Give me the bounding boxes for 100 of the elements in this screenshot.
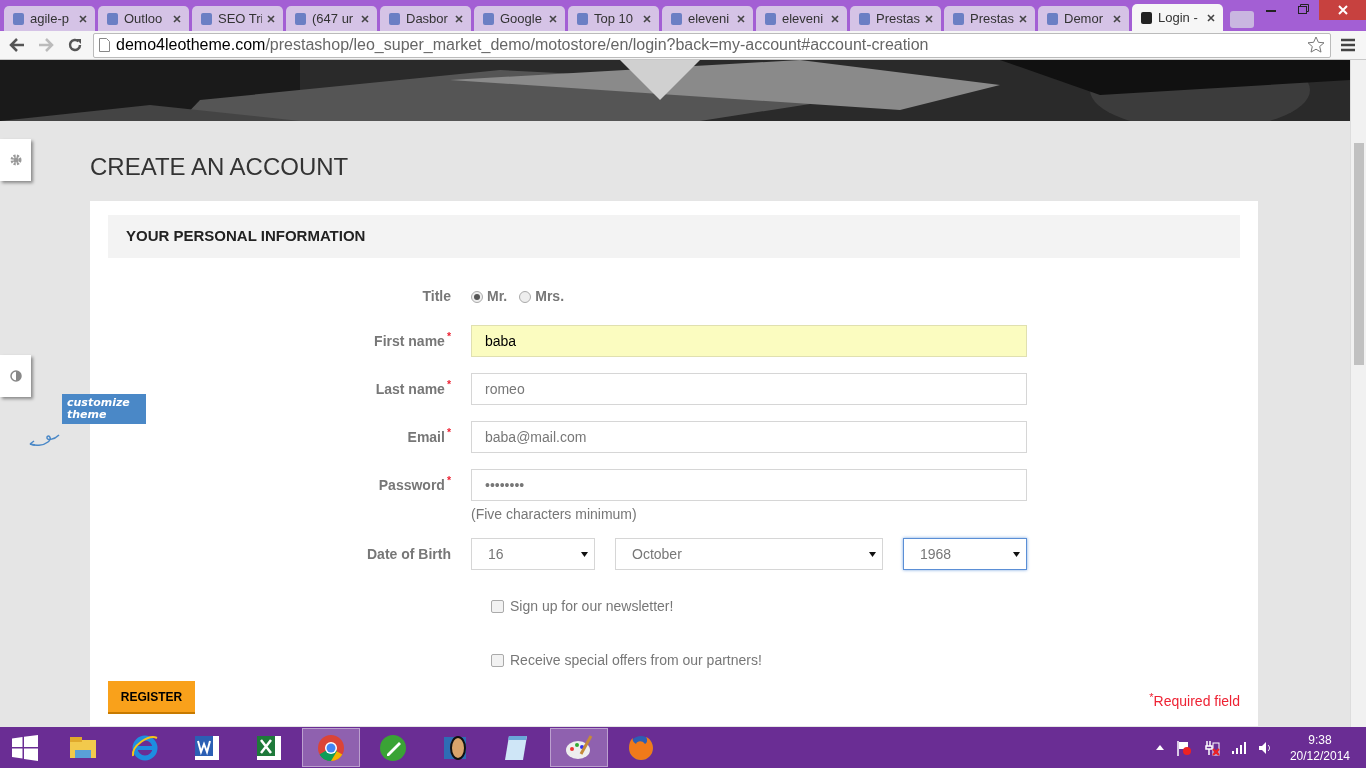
chevron-up-icon[interactable] bbox=[1155, 745, 1164, 750]
back-icon[interactable] bbox=[9, 38, 25, 52]
input-field[interactable]: baba bbox=[471, 325, 1027, 357]
close-icon[interactable] bbox=[737, 14, 745, 23]
browser-tab[interactable]: agile-p bbox=[4, 6, 95, 31]
flag-error-icon[interactable] bbox=[1175, 739, 1192, 756]
input-field[interactable]: •••••••• bbox=[471, 469, 1027, 501]
signal-icon[interactable] bbox=[1231, 741, 1246, 754]
tab-title: agile-p bbox=[30, 9, 71, 28]
select-field[interactable]: October bbox=[615, 538, 883, 570]
favicon-icon bbox=[1046, 11, 1059, 26]
power-error-icon[interactable] bbox=[1203, 739, 1220, 756]
select-field[interactable]: 16 bbox=[471, 538, 595, 570]
favicon-icon bbox=[764, 11, 777, 26]
page-icon bbox=[99, 38, 110, 52]
tab-title: Prestas bbox=[876, 9, 920, 28]
settings-icon bbox=[9, 154, 22, 166]
reload-icon[interactable] bbox=[67, 37, 83, 53]
radio-button[interactable] bbox=[471, 290, 483, 303]
select-field[interactable]: 1968 bbox=[903, 538, 1027, 570]
browser-tab[interactable]: eleveni bbox=[756, 6, 847, 31]
menu-icon[interactable] bbox=[1341, 38, 1355, 52]
speaker-icon[interactable] bbox=[1257, 740, 1272, 755]
browser-tab[interactable]: SEO Tri bbox=[192, 6, 283, 31]
address-bar[interactable]: demo4leotheme.com/prestashop/leo_super_market_demo/motostore/en/login?back=my-account#account-creation bbox=[93, 32, 1331, 58]
close-icon[interactable] bbox=[925, 14, 933, 23]
browser-tab[interactable]: Dasbor bbox=[380, 6, 471, 31]
tab-title: eleveni bbox=[782, 9, 825, 28]
checkbox[interactable] bbox=[491, 654, 504, 667]
close-icon[interactable] bbox=[643, 14, 651, 23]
close-icon[interactable] bbox=[79, 14, 87, 23]
field-label: Date of Birth bbox=[367, 544, 451, 564]
close-icon[interactable] bbox=[173, 14, 181, 23]
tab-title: Login - bbox=[1158, 8, 1199, 27]
tab-title: Dasbor bbox=[406, 9, 449, 28]
favicon-icon bbox=[12, 11, 25, 26]
browser-tab[interactable]: Prestas bbox=[944, 6, 1035, 31]
caret-icon bbox=[581, 551, 588, 557]
close-icon[interactable] bbox=[1019, 14, 1027, 23]
clock-date[interactable]: 20/12/2014 bbox=[1289, 747, 1350, 764]
radio-label: Mr. bbox=[487, 287, 508, 306]
field-label: Last name$^{*}$ bbox=[375, 378, 451, 399]
favicon-icon bbox=[1140, 10, 1153, 25]
tab-title: Google bbox=[500, 9, 543, 28]
start-icon[interactable] bbox=[12, 734, 38, 761]
input-field[interactable]: romeo bbox=[471, 373, 1027, 405]
browser-tab[interactable]: Prestas bbox=[850, 6, 941, 31]
browser-tab[interactable]: Outloo bbox=[98, 6, 189, 31]
scrollbar-thumb[interactable] bbox=[1354, 143, 1364, 365]
url-text: demo4leotheme.com/prestashop/leo_super_market_demo/motostore/en/login?back=my-account#account-creation bbox=[116, 35, 929, 55]
close-window-button[interactable] bbox=[1319, 0, 1366, 20]
favicon-icon bbox=[952, 11, 965, 26]
radio-label: Mrs. bbox=[535, 287, 565, 306]
required-note: $^{*}$Required field bbox=[1149, 691, 1240, 711]
favicon-icon bbox=[858, 11, 871, 26]
caret-icon bbox=[869, 551, 876, 557]
restore-icon[interactable] bbox=[1298, 4, 1309, 14]
tab-title: Prestas bbox=[970, 9, 1014, 28]
radio-button[interactable] bbox=[519, 290, 532, 303]
page-heading: CREATE AN ACCOUNT bbox=[90, 153, 350, 181]
taskbar-button[interactable] bbox=[550, 728, 608, 767]
field-label: First name$^{*}$ bbox=[374, 330, 451, 351]
browser-tab[interactable]: Login - bbox=[1132, 4, 1223, 31]
contrast-icon bbox=[9, 370, 22, 382]
favicon-icon bbox=[482, 11, 495, 26]
browser-tab[interactable]: eleveni bbox=[662, 6, 753, 31]
scrollbar[interactable] bbox=[1350, 60, 1366, 727]
browser-tab[interactable]: (647 ur bbox=[286, 6, 377, 31]
customize-theme-label[interactable]: customize theme bbox=[62, 394, 146, 424]
favicon-icon bbox=[576, 11, 589, 26]
tab-title: Top 10 bbox=[594, 9, 635, 28]
favicon-icon bbox=[670, 11, 683, 26]
close-icon bbox=[1337, 5, 1348, 15]
close-icon[interactable] bbox=[1207, 13, 1215, 22]
field-label: Title bbox=[422, 287, 451, 306]
close-icon[interactable] bbox=[831, 14, 839, 23]
section-title: YOUR PERSONAL INFORMATION bbox=[126, 226, 366, 247]
theme-tab[interactable] bbox=[0, 355, 31, 397]
close-icon[interactable] bbox=[549, 14, 557, 23]
browser-tab[interactable]: Top 10 bbox=[568, 6, 659, 31]
browser-tab[interactable]: Google bbox=[474, 6, 565, 31]
star-icon[interactable] bbox=[1307, 36, 1325, 54]
minimize-icon[interactable] bbox=[1266, 10, 1276, 13]
browser-tab[interactable]: Demor bbox=[1038, 6, 1129, 31]
checkbox-label: Sign up for our newsletter! bbox=[510, 597, 674, 616]
favicon-icon bbox=[294, 11, 307, 26]
close-icon[interactable] bbox=[455, 14, 463, 23]
checkbox[interactable] bbox=[491, 600, 504, 613]
input-field[interactable]: baba@mail.com bbox=[471, 421, 1027, 453]
settings-tab[interactable] bbox=[0, 139, 31, 181]
hint-text: (Five characters minimum) bbox=[471, 505, 638, 521]
favicon-icon bbox=[200, 11, 213, 26]
favicon-icon bbox=[106, 11, 119, 26]
close-icon[interactable] bbox=[267, 14, 275, 23]
tab-title: Demor bbox=[1064, 9, 1104, 28]
close-icon[interactable] bbox=[361, 14, 369, 23]
tab-title: (647 ur bbox=[312, 9, 355, 28]
clock-time[interactable]: 9:38 bbox=[1308, 731, 1332, 748]
close-icon[interactable] bbox=[1113, 14, 1121, 23]
register-button[interactable]: REGISTER bbox=[108, 681, 195, 712]
